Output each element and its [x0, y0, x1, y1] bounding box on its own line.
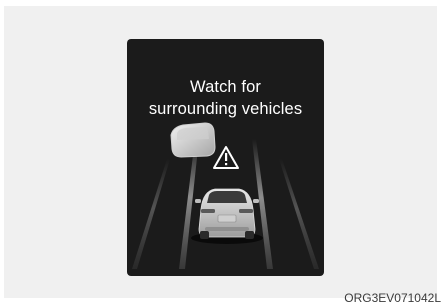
warning-message: Watch for surrounding vehicles — [127, 76, 324, 120]
figure-code: ORG3EV071042L — [344, 291, 441, 305]
cluster-display: Watch for surrounding vehicles — [127, 39, 324, 276]
far-right-lane-line — [279, 159, 319, 269]
left-lane-line — [179, 139, 199, 269]
right-lane-line — [252, 139, 273, 269]
warning-message-line1: Watch for — [190, 78, 261, 96]
road-scene — [132, 122, 319, 269]
warning-message-line2: surrounding vehicles — [148, 100, 303, 118]
warning-triangle-icon — [213, 146, 239, 169]
far-left-lane-line — [132, 159, 170, 269]
surrounding-vehicle-icon — [170, 122, 216, 158]
own-vehicle-icon — [191, 188, 263, 244]
